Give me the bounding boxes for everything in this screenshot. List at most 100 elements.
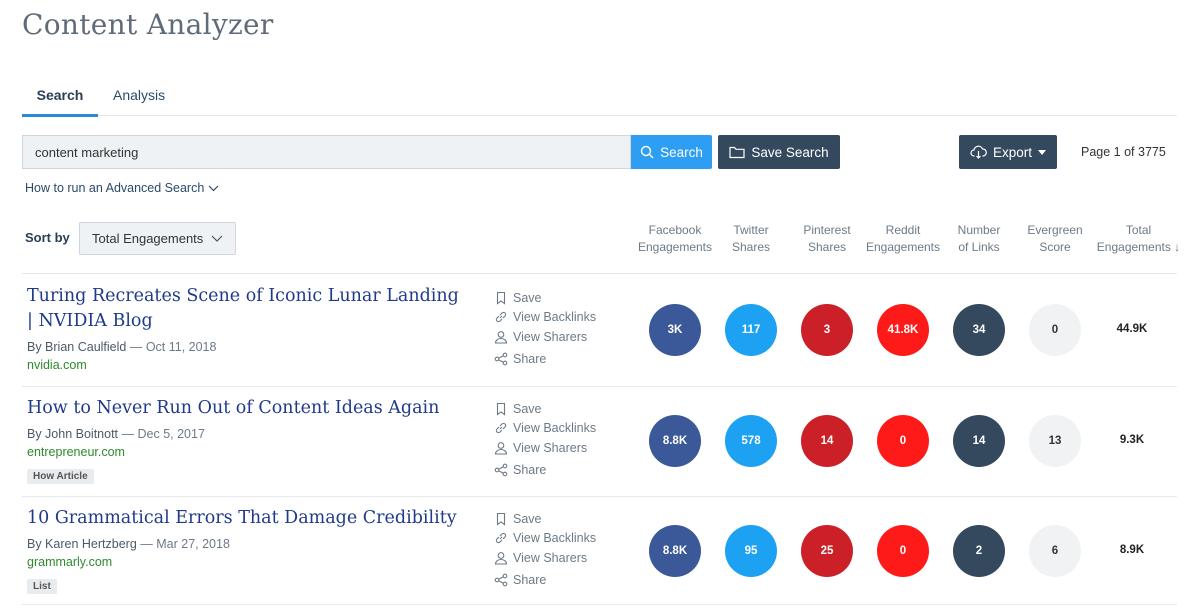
bookmark-icon <box>496 402 506 416</box>
page-indicator: Page 1 of 3775 <box>1081 145 1166 159</box>
column-total-engagements[interactable]: Total Engagements ↓ <box>1091 222 1186 256</box>
evergreen-score-value: 13 <box>1029 415 1081 467</box>
save-action-label: Save <box>513 291 542 305</box>
cloud-download-icon <box>970 145 987 159</box>
facebook-engagements-value: 3K <box>649 304 701 356</box>
share-action[interactable]: Share <box>494 352 546 366</box>
view-backlinks-label: View Backlinks <box>513 421 597 435</box>
article-author[interactable]: By Karen Hertzberg <box>27 537 137 551</box>
pinterest-shares-value: 14 <box>801 415 853 467</box>
page-title: Content Analyzer <box>22 8 274 41</box>
save-action[interactable]: Save <box>494 402 542 416</box>
save-action[interactable]: Save <box>494 512 542 526</box>
bookmark-icon <box>496 291 506 305</box>
column-number-of-links[interactable]: Number of Links <box>939 222 1019 256</box>
article-title-link[interactable]: 10 Grammatical Errors That Damage Credib… <box>27 506 467 531</box>
row-divider <box>22 604 1177 605</box>
header-divider <box>22 273 1177 274</box>
search-input[interactable] <box>22 135 631 169</box>
export-button-label: Export <box>992 144 1033 160</box>
share-action-label: Share <box>513 352 547 366</box>
pinterest-shares-value: 25 <box>801 525 853 577</box>
view-sharers-action[interactable]: View Sharers <box>494 330 587 344</box>
user-icon <box>494 442 508 455</box>
reddit-engagements-value: 41.8K <box>877 304 929 356</box>
tab-search[interactable]: Search <box>22 87 98 117</box>
advanced-search-link[interactable]: How to run an Advanced Search <box>25 181 219 195</box>
search-icon <box>640 145 654 159</box>
link-icon <box>495 422 507 434</box>
folder-icon <box>729 146 745 159</box>
content-type-tag: List <box>27 579 57 594</box>
share-icon <box>494 352 508 366</box>
search-button[interactable]: Search <box>631 135 712 169</box>
article-title-link[interactable]: Turing Recreates Scene of Iconic Lunar L… <box>27 284 467 334</box>
column-twitter-shares[interactable]: Twitter Shares <box>711 222 791 256</box>
number-of-links-value: 2 <box>953 525 1005 577</box>
share-icon <box>494 573 508 587</box>
view-sharers-label: View Sharers <box>513 441 588 455</box>
column-evergreen-score[interactable]: Evergreen Score <box>1015 222 1095 256</box>
tab-bar: Search Analysis <box>22 80 1177 117</box>
article-domain-link[interactable]: nvidia.com <box>27 358 87 372</box>
pinterest-shares-value: 3 <box>801 304 853 356</box>
evergreen-score-value: 0 <box>1029 304 1081 356</box>
active-tab-indicator <box>22 114 98 117</box>
facebook-engagements-value: 8.8K <box>649 525 701 577</box>
twitter-shares-value: 117 <box>725 304 777 356</box>
user-icon <box>494 552 508 565</box>
total-engagements-value: 8.9K <box>1119 544 1145 556</box>
sort-label: Sort by <box>25 230 70 245</box>
total-engagements-value: 44.9K <box>1116 323 1148 335</box>
share-action[interactable]: Share <box>494 573 546 587</box>
link-icon <box>495 311 507 323</box>
view-sharers-label: View Sharers <box>513 330 588 344</box>
tab-search-label: Search <box>36 87 84 103</box>
view-backlinks-action[interactable]: View Backlinks <box>494 310 596 324</box>
content-type-tag: How Article <box>27 469 94 484</box>
chevron-down-icon <box>208 185 219 191</box>
view-backlinks-label: View Backlinks <box>513 531 597 545</box>
share-action-label: Share <box>513 573 547 587</box>
total-engagements-value: 9.3K <box>1119 434 1145 446</box>
facebook-engagements-value: 8.8K <box>649 415 701 467</box>
link-icon <box>495 532 507 544</box>
article-domain-link[interactable]: entrepreneur.com <box>27 445 125 459</box>
share-action-label: Share <box>513 463 547 477</box>
view-backlinks-label: View Backlinks <box>513 310 597 324</box>
user-icon <box>494 331 508 344</box>
column-reddit-engagements[interactable]: Reddit Engagements <box>863 222 943 256</box>
reddit-engagements-value: 0 <box>877 525 929 577</box>
view-backlinks-action[interactable]: View Backlinks <box>494 421 596 435</box>
sort-select-value: Total Engagements <box>92 231 204 246</box>
article-author[interactable]: By Brian Caulfield <box>27 340 126 354</box>
column-pinterest-shares[interactable]: Pinterest Shares <box>787 222 867 256</box>
share-icon <box>494 463 508 477</box>
export-button[interactable]: Export <box>959 135 1057 169</box>
article-author[interactable]: By John Boitnott <box>27 427 118 441</box>
twitter-shares-value: 578 <box>725 415 777 467</box>
article-title-link[interactable]: How to Never Run Out of Content Ideas Ag… <box>27 396 467 421</box>
article-byline: By Brian Caulfield — Oct 11, 2018 <box>27 340 216 354</box>
tab-analysis[interactable]: Analysis <box>113 87 165 115</box>
view-sharers-action[interactable]: View Sharers <box>494 551 587 565</box>
tab-analysis-label: Analysis <box>113 87 166 103</box>
article-date: — Mar 27, 2018 <box>140 537 230 551</box>
sort-select[interactable]: Total Engagements <box>79 222 236 255</box>
row-divider <box>22 386 1177 387</box>
bookmark-icon <box>496 512 506 526</box>
evergreen-score-value: 6 <box>1029 525 1081 577</box>
number-of-links-value: 14 <box>953 415 1005 467</box>
article-domain-link[interactable]: grammarly.com <box>27 555 112 569</box>
search-button-label: Search <box>660 144 703 160</box>
save-action[interactable]: Save <box>494 291 542 305</box>
column-facebook-engagements[interactable]: Facebook Engagements <box>635 222 715 256</box>
save-search-button-label: Save Search <box>751 144 829 160</box>
row-divider <box>22 496 1177 497</box>
view-sharers-action[interactable]: View Sharers <box>494 441 587 455</box>
view-backlinks-action[interactable]: View Backlinks <box>494 531 596 545</box>
save-search-button[interactable]: Save Search <box>718 135 840 169</box>
share-action[interactable]: Share <box>494 463 546 477</box>
article-byline: By John Boitnott — Dec 5, 2017 <box>27 427 205 441</box>
caret-down-icon <box>1038 149 1047 155</box>
